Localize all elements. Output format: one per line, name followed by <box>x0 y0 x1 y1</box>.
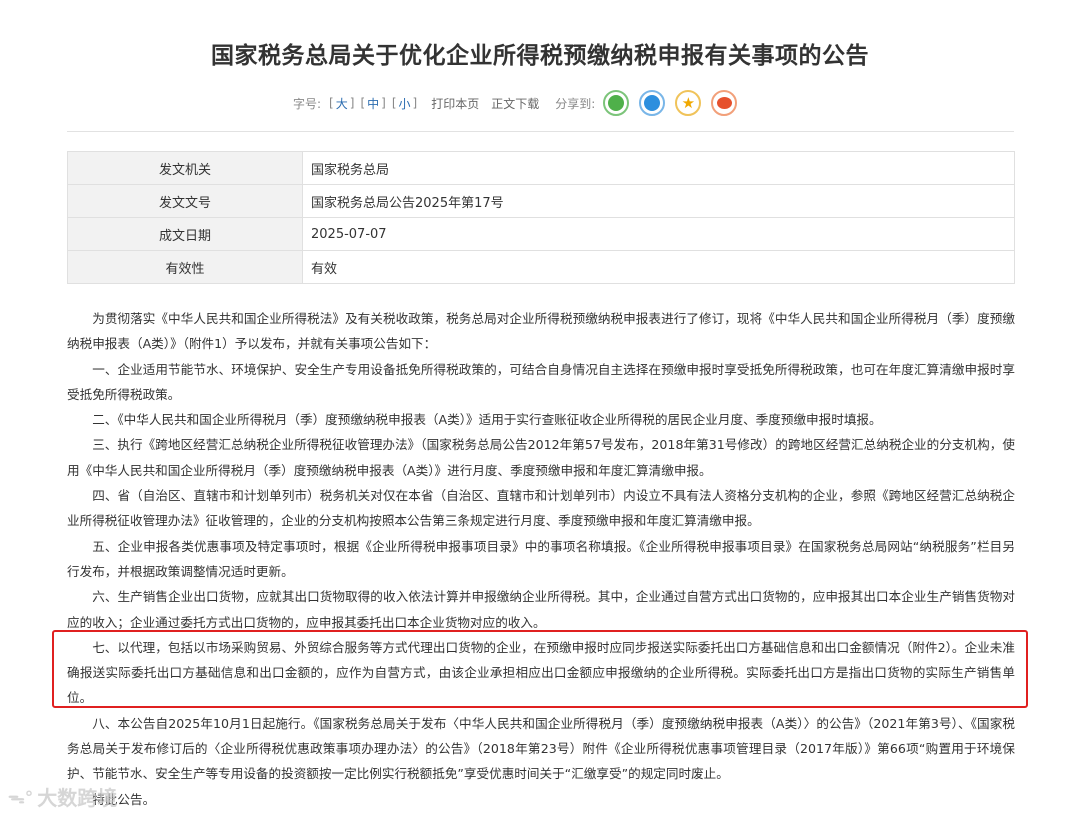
divider <box>67 131 1014 132</box>
info-value: 国家税务总局 <box>302 151 1015 185</box>
font-size-medium-button[interactable]: 中 <box>367 95 379 112</box>
info-value: 2025-07-07 <box>302 217 1015 251</box>
info-value: 有效 <box>302 250 1015 284</box>
table-row: 有效性 有效 <box>67 250 1015 284</box>
info-label: 成文日期 <box>67 217 303 251</box>
article-body: 为贯彻落实《中华人民共和国企业所得税法》及有关税收政策，税务总局对企业所得税预缴… <box>67 306 1015 812</box>
watermark-logo-icon: ᯓ° <box>8 788 34 808</box>
paragraph-1: 一、企业适用节能节水、环境保护、安全生产专用设备抵免所得税政策的，可结合自身情况… <box>67 361 1015 402</box>
paragraph-intro: 为贯彻落实《中华人民共和国企业所得税法》及有关税收政策，税务总局对企业所得税预缴… <box>67 311 1015 352</box>
table-row: 发文文号 国家税务总局公告2025年第17号 <box>67 184 1015 218</box>
paragraph-closing: 特此公告。 <box>92 791 156 807</box>
paragraph-3: 三、执行《跨地区经营汇总纳税企业所得税征收管理办法》（国家税务总局公告2012年… <box>67 437 1015 478</box>
info-label: 发文文号 <box>67 184 303 218</box>
table-row: 成文日期 2025-07-07 <box>67 217 1015 251</box>
paragraph-8: 八、本公告自2025年10月1日起施行。《国家税务总局关于发布〈中华人民共和国企… <box>67 715 1015 782</box>
paragraph-6: 六、生产销售企业出口货物，应就其出口货物取得的收入依法计算并申报缴纳企业所得税。… <box>67 589 1015 630</box>
info-value: 国家税务总局公告2025年第17号 <box>302 184 1015 218</box>
paragraph-4: 四、省（自治区、直辖市和计划单列市）税务机关对仅在本省（自治区、直辖市和计划单列… <box>67 488 1015 529</box>
document-info-table: 发文机关 国家税务总局 发文文号 国家税务总局公告2025年第17号 成文日期 … <box>67 151 1015 284</box>
font-size-small-button[interactable]: 小 <box>399 95 411 112</box>
paragraph-2: 二、《中华人民共和国企业所得税月（季）度预缴纳税申报表（A类）》适用于实行查账征… <box>92 412 882 428</box>
weibo-icon[interactable] <box>711 90 738 116</box>
download-link[interactable]: 正文下载 <box>491 95 539 112</box>
watermark: ᯓ° 大数跨境 <box>8 782 117 811</box>
page-title: 国家税务总局关于优化企业所得税预缴纳税申报有关事项的公告 <box>211 43 869 69</box>
highlight-box <box>52 630 1028 708</box>
info-label: 发文机关 <box>67 151 303 185</box>
info-label: 有效性 <box>67 250 303 284</box>
paragraph-5: 五、企业申报各类优惠事项及特定事项时，根据《企业所得税申报事项目录》中的事项名称… <box>67 538 1015 579</box>
share-bar: ★ <box>603 90 747 116</box>
qzone-icon[interactable]: ★ <box>675 90 702 116</box>
font-size-label: 字号: <box>293 96 322 111</box>
table-row: 发文机关 国家税务总局 <box>67 151 1015 185</box>
font-size-large-button[interactable]: 大 <box>336 95 348 112</box>
wechat-icon[interactable] <box>603 90 630 116</box>
watermark-text: 大数跨境 <box>37 786 118 810</box>
article-toolbar: 字号: [ 大 ] [ 中 ] [ 小 ] 打印本页 正文下载 分享到: ★ <box>293 89 747 117</box>
print-link[interactable]: 打印本页 <box>431 95 479 112</box>
share-label: 分享到: <box>555 96 596 111</box>
qq-icon[interactable] <box>639 90 666 116</box>
